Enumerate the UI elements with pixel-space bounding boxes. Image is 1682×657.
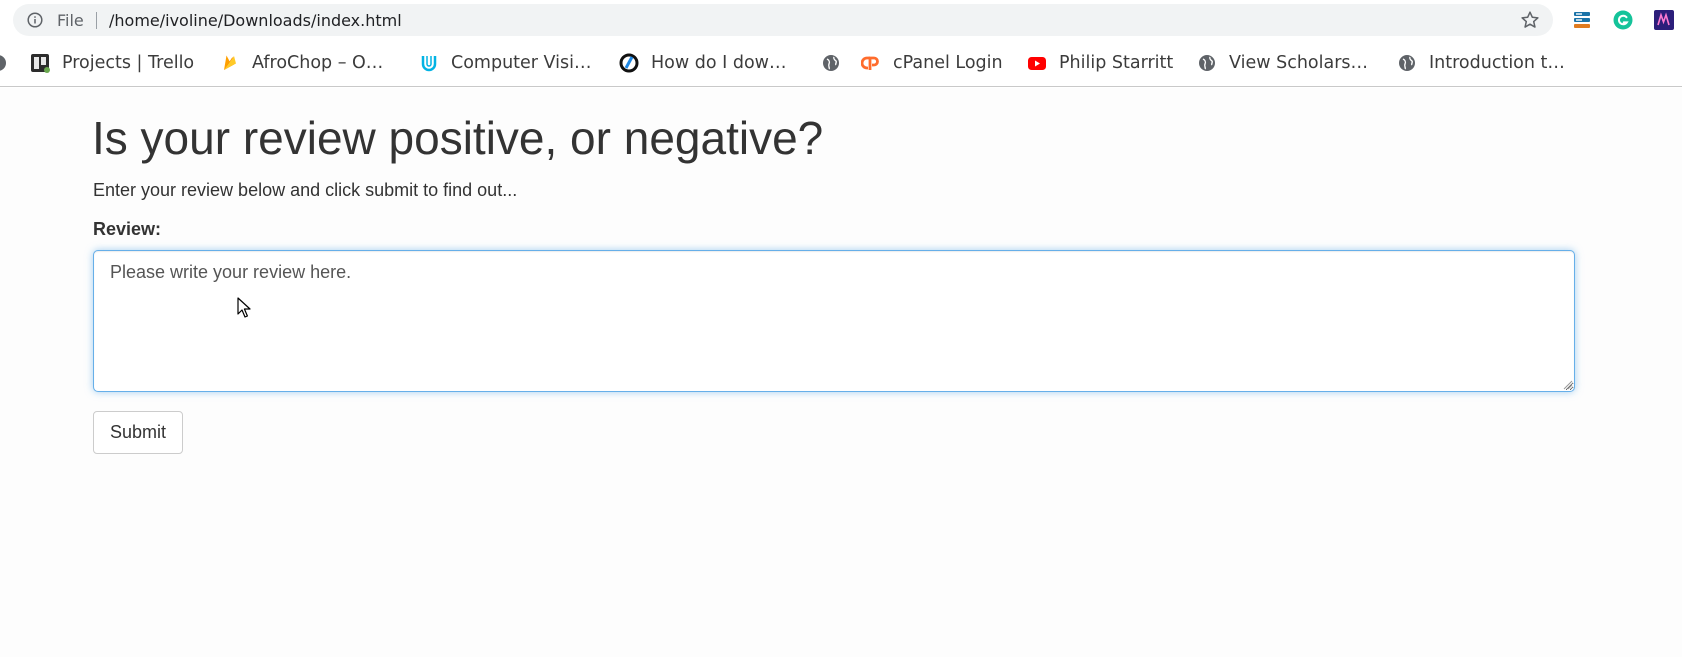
review-label: Review: (93, 219, 162, 239)
page-intro: Enter your review below and click submit… (93, 180, 518, 200)
bookmark-cpanel[interactable]: cPanel Login (861, 50, 1003, 76)
page-content: Is your review positive, or negative? En… (0, 88, 1682, 657)
bookmark-label: View Scholars… (1229, 53, 1369, 73)
bookmark-label: Philip Starritt (1059, 53, 1174, 73)
bookmarks-bar: Projects | Trello AfroChop – O… Computer… (0, 40, 1682, 87)
server-stack-icon[interactable] (1572, 10, 1592, 30)
bookmark-label: How do I dow… (651, 53, 787, 73)
globe-icon (0, 55, 6, 71)
grammarly-icon[interactable] (1613, 10, 1633, 30)
bookmark-label: AfroChop – O… (252, 53, 384, 73)
bookmark-partial-hidden[interactable] (0, 50, 20, 76)
page-title: Is your review positive, or negative? (92, 112, 824, 164)
bookmark-trello[interactable]: Projects | Trello (30, 50, 194, 76)
star-icon[interactable] (1520, 10, 1540, 30)
review-textarea[interactable] (93, 250, 1575, 392)
mouse-cursor-icon (237, 297, 251, 318)
bookmark-label: Computer Visi… (451, 53, 592, 73)
resize-grip-icon[interactable] (1563, 380, 1573, 390)
bookmark-label: cPanel Login (893, 53, 1003, 73)
bookmark-globe-unlabeled[interactable] (821, 50, 853, 76)
globe-icon (1199, 55, 1215, 71)
bookmark-philip-starritt[interactable]: Philip Starritt (1027, 50, 1173, 76)
bookmark-how-do-i[interactable]: How do I dow… (619, 50, 786, 76)
trello-icon (31, 54, 50, 73)
youtube-icon (1028, 57, 1046, 70)
udacity-icon (421, 56, 437, 72)
circular-logo-icon (619, 53, 639, 73)
browser-toolbar: File /home/ivoline/Downloads/index.html (0, 0, 1682, 40)
submit-button[interactable]: Submit (93, 411, 183, 454)
cpanel-icon (861, 56, 879, 70)
purple-extension-icon[interactable] (1654, 10, 1674, 30)
bookmark-introduction[interactable]: Introduction t… (1397, 50, 1565, 76)
globe-icon (823, 55, 839, 71)
info-icon[interactable] (27, 12, 43, 28)
bookmark-view-scholars[interactable]: View Scholars… (1197, 50, 1368, 76)
bookmark-label: Introduction t… (1429, 53, 1565, 73)
firebase-icon (224, 55, 236, 70)
address-divider (96, 12, 97, 29)
address-scheme-label: File (57, 11, 84, 30)
bookmark-label: Projects | Trello (62, 53, 195, 73)
bookmark-afrochop[interactable]: AfroChop – O… (220, 50, 383, 76)
bookmark-computer-vision[interactable]: Computer Visi… (419, 50, 592, 76)
address-url[interactable]: /home/ivoline/Downloads/index.html (109, 11, 402, 30)
globe-icon (1399, 55, 1415, 71)
address-bar[interactable]: File /home/ivoline/Downloads/index.html (13, 4, 1553, 36)
